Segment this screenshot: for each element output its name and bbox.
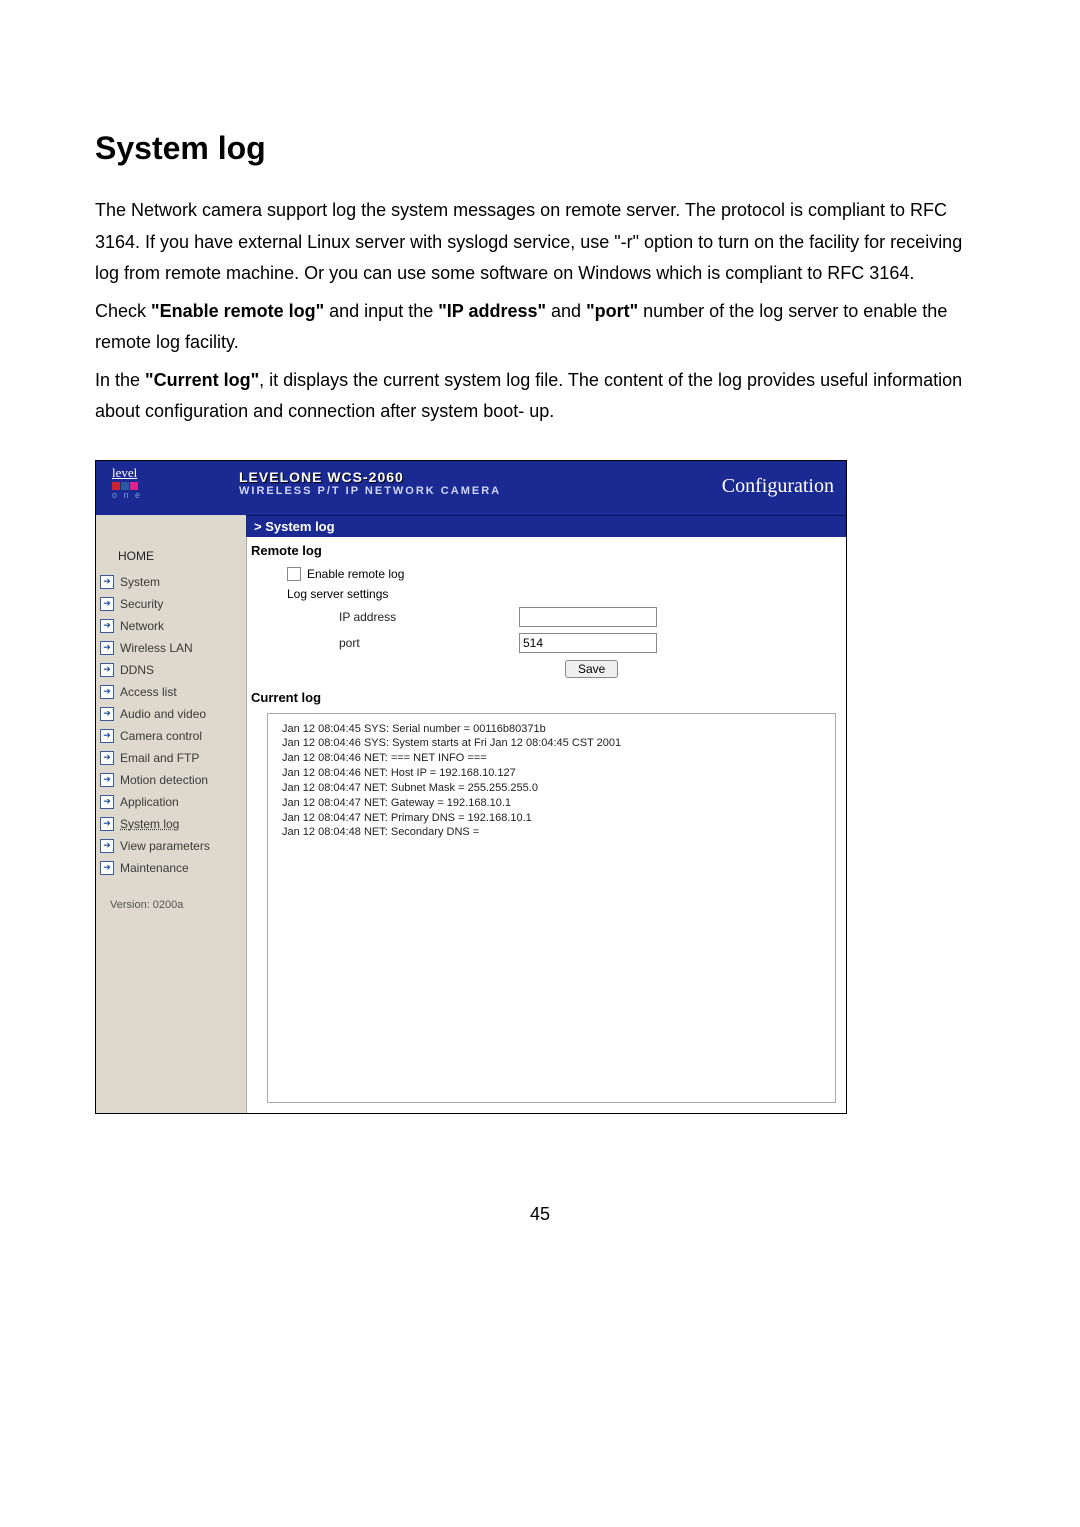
model-subtitle: WIRELESS P/T IP NETWORK CAMERA [239, 485, 722, 497]
main-panel: Remote log Enable remote log Log server … [246, 537, 846, 1113]
model-label: LEVELONE WCS-2060 [239, 469, 722, 485]
sidebar-item-security[interactable]: ➔ Security [96, 593, 246, 615]
sidebar-item-email-and-ftp[interactable]: ➔ Email and FTP [96, 747, 246, 769]
page-title: System log [95, 130, 985, 167]
sidebar-item-label: Wireless LAN [120, 641, 193, 655]
arrow-right-icon: ➔ [100, 685, 114, 699]
arrow-right-icon: ➔ [100, 817, 114, 831]
enable-remote-log-label: Enable remote log [307, 567, 404, 581]
text: and [546, 301, 586, 321]
sidebar-item-label: DDNS [120, 663, 154, 677]
bold-currentlog: "Current log" [145, 370, 259, 390]
text: In the [95, 370, 145, 390]
current-log-heading: Current log [247, 684, 846, 707]
sidebar-item-label: Access list [120, 685, 177, 699]
arrow-right-icon: ➔ [100, 641, 114, 655]
text: Check [95, 301, 151, 321]
sidebar-item-maintenance[interactable]: ➔ Maintenance [96, 857, 246, 879]
arrow-right-icon: ➔ [100, 795, 114, 809]
logo-blocks-icon [112, 482, 231, 490]
arrow-right-icon: ➔ [100, 773, 114, 787]
intro-paragraph: The Network camera support log the syste… [95, 195, 985, 290]
sidebar-item-view-parameters[interactable]: ➔ View parameters [96, 835, 246, 857]
version-label: Version: 0200a [96, 879, 246, 911]
arrow-right-icon: ➔ [100, 597, 114, 611]
arrow-right-icon: ➔ [100, 619, 114, 633]
remote-log-heading: Remote log [247, 537, 846, 560]
brand-one: o n e [112, 490, 231, 500]
text: and input the [324, 301, 438, 321]
sidebar-item-system-log[interactable]: ➔ System log [96, 813, 246, 835]
port-input[interactable] [519, 633, 657, 653]
arrow-right-icon: ➔ [100, 729, 114, 743]
sidebar-item-application[interactable]: ➔ Application [96, 791, 246, 813]
ip-address-input[interactable] [519, 607, 657, 627]
bold-enable: "Enable remote log" [151, 301, 324, 321]
brand-name: level [112, 465, 231, 481]
sidebar-item-wireless-lan[interactable]: ➔ Wireless LAN [96, 637, 246, 659]
arrow-right-icon: ➔ [100, 861, 114, 875]
sidebar-item-label: Network [120, 619, 164, 633]
sidebar-item-label: Email and FTP [120, 751, 199, 765]
sidebar-item-label: System [120, 575, 160, 589]
breadcrumb: > System log [246, 515, 846, 537]
sidebar-item-ddns[interactable]: ➔ DDNS [96, 659, 246, 681]
bold-port: "port" [586, 301, 638, 321]
current-log-output: Jan 12 08:04:45 SYS: Serial number = 001… [267, 713, 836, 1103]
sidebar-item-label: Motion detection [120, 773, 208, 787]
arrow-right-icon: ➔ [100, 663, 114, 677]
sidebar-item-label: Maintenance [120, 861, 189, 875]
sidebar-item-label: Camera control [120, 729, 202, 743]
sidebar-item-label: Audio and video [120, 707, 206, 721]
sidebar-item-label: System log [120, 817, 179, 831]
ip-address-label: IP address [339, 610, 519, 624]
sidebar-item-network[interactable]: ➔ Network [96, 615, 246, 637]
arrow-right-icon: ➔ [100, 839, 114, 853]
arrow-right-icon: ➔ [100, 575, 114, 589]
page-number: 45 [95, 1204, 985, 1225]
embedded-ui: level o n e LEVELONE WCS-2060 WIRELESS P… [95, 460, 847, 1114]
save-button[interactable]: Save [565, 660, 618, 678]
header-bar: level o n e LEVELONE WCS-2060 WIRELESS P… [96, 461, 846, 515]
sidebar: HOME ➔ System ➔ Security ➔ Network ➔ Wireless L… [96, 537, 246, 1113]
arrow-right-icon: ➔ [100, 751, 114, 765]
sidebar-item-label: Application [120, 795, 179, 809]
port-label: port [339, 636, 519, 650]
home-link[interactable]: HOME [96, 541, 246, 571]
currentlog-paragraph: In the "Current log", it displays the cu… [95, 365, 985, 428]
sidebar-item-system[interactable]: ➔ System [96, 571, 246, 593]
sidebar-item-camera-control[interactable]: ➔ Camera control [96, 725, 246, 747]
configuration-link[interactable]: Configuration [722, 461, 846, 515]
sidebar-item-label: View parameters [120, 839, 210, 853]
enable-remote-log-checkbox[interactable] [287, 567, 301, 581]
sidebar-item-label: Security [120, 597, 163, 611]
sidebar-item-motion-detection[interactable]: ➔ Motion detection [96, 769, 246, 791]
arrow-right-icon: ➔ [100, 707, 114, 721]
log-server-settings-label: Log server settings [287, 587, 388, 601]
bold-ip: "IP address" [438, 301, 546, 321]
brand-logo: level o n e [96, 461, 231, 515]
sidebar-item-access-list[interactable]: ➔ Access list [96, 681, 246, 703]
sidebar-item-audio-and-video[interactable]: ➔ Audio and video [96, 703, 246, 725]
enable-paragraph: Check "Enable remote log" and input the … [95, 296, 985, 359]
